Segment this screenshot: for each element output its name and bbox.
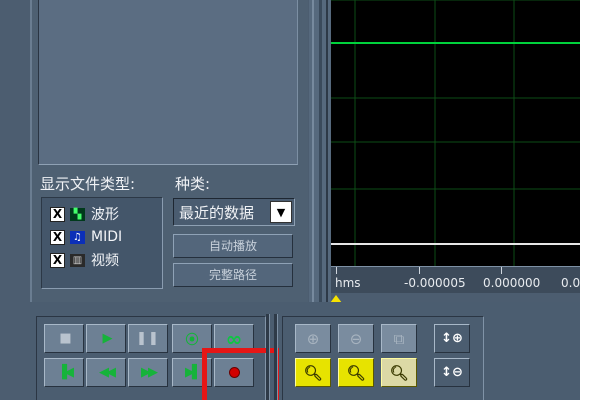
file-list[interactable] [38, 0, 298, 165]
go-to-start-button[interactable]: ▐◀ [44, 358, 84, 387]
pause-button[interactable]: ❚❚ [128, 324, 168, 353]
ruler-tick-mark [336, 267, 337, 274]
video-label: 视频 [91, 253, 119, 269]
midi-note-icon: ♫ [70, 230, 85, 244]
vertical-zoom-in-icon: ↕⊕ [441, 331, 463, 346]
chevron-down-icon[interactable]: ▼ [270, 201, 292, 223]
midi-checkbox[interactable]: X [50, 229, 65, 245]
stop-icon: ■ [59, 331, 71, 346]
panel-divider[interactable] [309, 0, 331, 302]
toolbar-separator [274, 314, 278, 400]
rewind-button[interactable]: ◀◀ [86, 358, 126, 387]
divider-groove [319, 0, 322, 302]
zoom-full-icon: ⧉ [393, 329, 405, 348]
stop-button[interactable]: ■ [44, 324, 84, 353]
play-button[interactable]: ▶ [86, 324, 126, 353]
ruler-tick-mark [419, 267, 420, 274]
zoom-in-icon: ⊕ [306, 329, 320, 348]
zoom-in-vertical-button[interactable]: ↕⊕ [434, 324, 470, 353]
zoom-right-button[interactable]: 🔍︎ [381, 358, 417, 387]
zoom-left-button[interactable]: 🔍︎ [338, 358, 374, 387]
play-icon: ▶ [102, 331, 113, 346]
toolbar-separator [266, 314, 270, 400]
fast-forward-icon: ▶▶ [141, 365, 158, 380]
magnifier-icon: 🔍︎ [303, 363, 323, 382]
magnifier-right-icon: 🔍︎ [389, 363, 409, 382]
panel-edge [30, 0, 32, 302]
file-type-filter-box: X ▚ 波形 X ♫ MIDI X ▥ 视频 [41, 197, 163, 289]
category-label: 种类: [175, 175, 211, 193]
zoom-to-selection-button[interactable]: 🔍︎ [295, 358, 331, 387]
fast-forward-button[interactable]: ▶▶ [128, 358, 168, 387]
audio-editor-window: 显示文件类型: 种类: X ▚ 波形 X ♫ MIDI X ▥ 视频 最近的数据… [0, 0, 580, 400]
midi-label: MIDI [91, 229, 123, 245]
waveform-label: 波形 [91, 207, 119, 223]
divider-groove [326, 0, 328, 302]
page-margin [580, 0, 600, 400]
ruler-tick-label: 0.0 [561, 276, 580, 290]
file-type-midi-row[interactable]: X ♫ MIDI [50, 227, 122, 247]
play-circle-icon: ⦿ [185, 333, 199, 348]
zoom-in-horizontal-button[interactable]: ⊕ [295, 324, 331, 353]
waveform-icon: ▚ [70, 207, 85, 221]
ruler-tick-label: -0.000005 [404, 276, 466, 290]
category-select-value: 最近的数据 [179, 204, 255, 222]
zoom-full-button[interactable]: ⧉ [381, 324, 417, 353]
time-ruler[interactable]: hms -0.000005 0.000000 0.0 [331, 266, 580, 293]
skip-to-end-icon: ▶▌ [185, 365, 202, 380]
zoom-out-vertical-button[interactable]: ↕⊖ [434, 358, 470, 387]
waveform-checkbox[interactable]: X [50, 206, 65, 222]
rewind-icon: ◀◀ [99, 365, 116, 380]
divider-groove [312, 0, 314, 302]
file-type-video-row[interactable]: X ▥ 视频 [50, 250, 119, 270]
skip-to-start-icon: ▐◀ [57, 365, 74, 380]
waveform-display[interactable] [331, 0, 580, 266]
ruler-unit-label: hms [335, 276, 361, 290]
loop-infinity-icon: ∞ [225, 326, 243, 351]
organizer-panel: 显示文件类型: 种类: X ▚ 波形 X ♫ MIDI X ▥ 视频 最近的数据… [30, 0, 308, 302]
show-file-types-label: 显示文件类型: [40, 175, 136, 193]
full-path-button[interactable]: 完整路径 [173, 263, 293, 287]
vertical-zoom-out-icon: ↕⊖ [441, 365, 463, 380]
zoom-out-horizontal-button[interactable]: ⊖ [338, 324, 374, 353]
video-checkbox[interactable]: X [50, 252, 65, 268]
waveform-canvas [331, 0, 580, 266]
ruler-tick-label: 0.000000 [483, 276, 541, 290]
pause-icon: ❚❚ [136, 331, 160, 346]
auto-play-button[interactable]: 自动播放 [173, 234, 293, 258]
video-film-icon: ▥ [70, 253, 85, 267]
category-select[interactable]: 最近的数据 ▼ [173, 198, 295, 226]
file-type-waveform-row[interactable]: X ▚ 波形 [50, 204, 119, 224]
magnifier-left-icon: 🔍︎ [346, 363, 366, 382]
zoom-out-icon: ⊖ [349, 329, 363, 348]
ruler-tick-mark [501, 267, 502, 274]
